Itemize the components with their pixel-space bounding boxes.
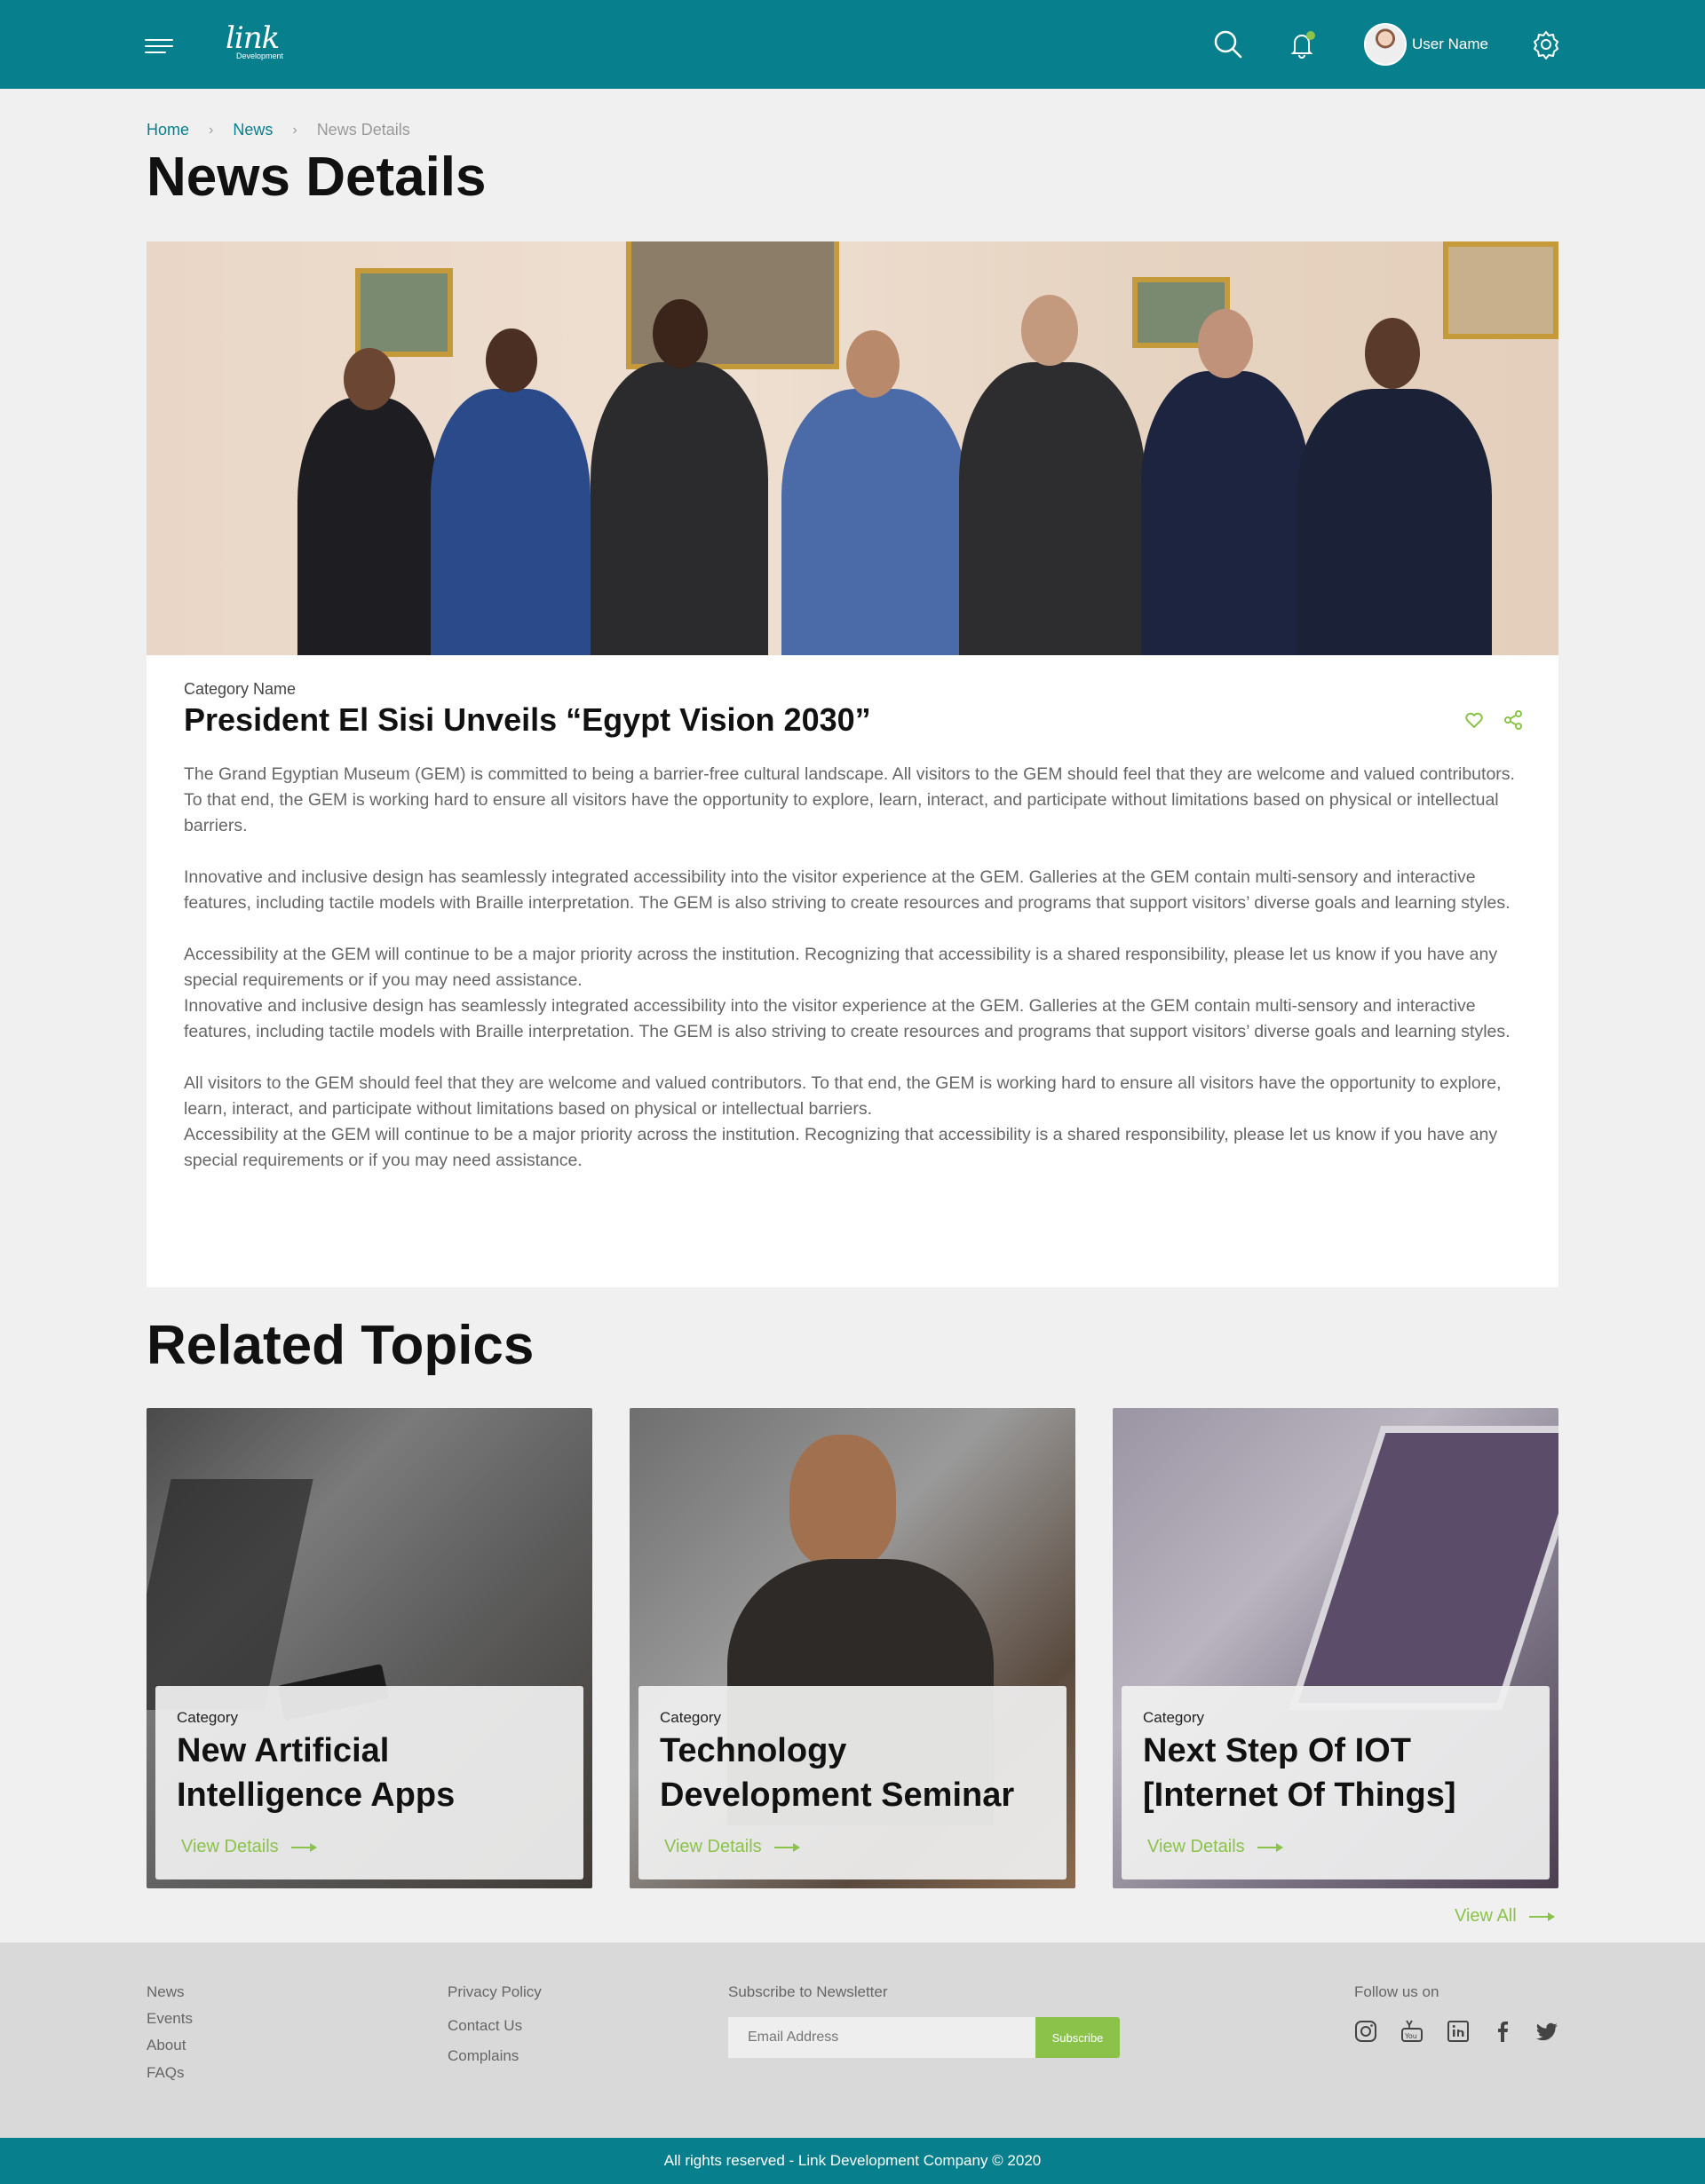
card-overlay: Category Next Step Of IOT [Internet Of T… [1122, 1686, 1550, 1879]
footer-link-about[interactable]: About [147, 2037, 186, 2054]
linkedin-icon[interactable] [1446, 2019, 1471, 2044]
search-icon[interactable] [1211, 28, 1245, 61]
share-icon[interactable] [1503, 709, 1524, 731]
newsletter-label: Subscribe to Newsletter [728, 1983, 888, 2000]
view-details-label: View Details [664, 1837, 762, 1856]
card-category: Category [660, 1709, 721, 1726]
article-card: Category Name President El Sisi Unveils … [147, 241, 1558, 1287]
page-title: News Details [147, 146, 487, 208]
breadcrumb: Home › News › News Details [147, 121, 410, 139]
twitter-icon[interactable] [1534, 2019, 1559, 2044]
related-card[interactable]: Category Next Step Of IOT [Internet Of T… [1113, 1408, 1558, 1888]
view-all-link[interactable]: View All [1455, 1906, 1555, 1927]
svg-text:You: You [1404, 2032, 1417, 2040]
footer: News Events About FAQs Privacy Policy Co… [0, 1943, 1705, 2138]
article-title: President El Sisi Unveils “Egypt Vision … [184, 701, 871, 738]
footer-link-privacy[interactable]: Privacy Policy [448, 1983, 542, 2001]
copyright-text: All rights reserved - Link Development C… [663, 2152, 1042, 2169]
article-body: The Grand Egyptian Museum (GEM) is commi… [184, 762, 1521, 1174]
article-paragraph: Accessibility at the GEM will continue t… [184, 1125, 1498, 1170]
arrow-right-icon [1257, 1842, 1283, 1852]
view-details-label: View Details [181, 1837, 279, 1856]
logo-subtext: Development [236, 51, 284, 60]
footer-link-faqs[interactable]: FAQs [147, 2064, 185, 2082]
breadcrumb-home[interactable]: Home [147, 121, 189, 139]
subscribe-button[interactable]: Subscribe [1035, 2017, 1120, 2058]
top-bar: link Development User Name [0, 0, 1705, 89]
card-category: Category [1143, 1709, 1204, 1726]
menu-icon[interactable] [145, 39, 173, 53]
view-details-label: View Details [1147, 1837, 1245, 1856]
article-paragraph: Innovative and inclusive design has seam… [184, 996, 1511, 1041]
card-category: Category [177, 1709, 238, 1726]
article-paragraph: All visitors to the GEM should feel that… [184, 1073, 1502, 1119]
facebook-icon[interactable] [1490, 2019, 1515, 2044]
footer-link-complains[interactable]: Complains [448, 2047, 519, 2065]
footer-link-news[interactable]: News [147, 1983, 185, 2001]
instagram-icon[interactable] [1353, 2019, 1378, 2044]
heart-icon[interactable] [1463, 709, 1485, 731]
email-field[interactable] [728, 2017, 1035, 2058]
user-name: User Name [1412, 36, 1488, 52]
related-topics-title: Related Topics [147, 1315, 535, 1376]
hero-image [147, 241, 1558, 655]
logo[interactable]: link Development [226, 23, 297, 64]
article-paragraph: The Grand Egyptian Museum (GEM) is commi… [184, 764, 1515, 835]
article-category: Category Name [184, 680, 297, 698]
article-paragraph: Accessibility at the GEM will continue t… [184, 945, 1498, 990]
card-title: Technology Development Seminar [660, 1732, 1015, 1814]
view-details-link[interactable]: View Details [181, 1837, 317, 1857]
card-title: New Artificial Intelligence Apps [177, 1732, 456, 1814]
card-overlay: Category Technology Development Seminar … [638, 1686, 1067, 1879]
arrow-right-icon [773, 1842, 800, 1852]
copyright-bar: All rights reserved - Link Development C… [0, 2138, 1705, 2184]
breadcrumb-separator: › [292, 122, 297, 138]
view-details-link[interactable]: View Details [1147, 1837, 1283, 1857]
follow-us-label: Follow us on [1354, 1983, 1439, 2000]
article-paragraph: Innovative and inclusive design has seam… [184, 867, 1511, 913]
footer-link-events[interactable]: Events [147, 2010, 193, 2028]
breadcrumb-news[interactable]: News [233, 121, 273, 139]
related-card[interactable]: Category Technology Development Seminar … [630, 1408, 1075, 1888]
notification-dot [1306, 31, 1315, 40]
logo-text: link [226, 20, 280, 56]
card-title: Next Step Of IOT [Internet Of Things] [1143, 1732, 1456, 1814]
arrow-right-icon [290, 1842, 317, 1852]
settings-icon[interactable] [1529, 28, 1563, 61]
view-details-link[interactable]: View Details [664, 1837, 800, 1857]
youtube-icon[interactable]: You [1400, 2019, 1424, 2044]
breadcrumb-separator: › [209, 122, 214, 138]
card-overlay: Category New Artificial Intelligence App… [155, 1686, 583, 1879]
footer-link-contact[interactable]: Contact Us [448, 2017, 522, 2035]
avatar [1364, 23, 1407, 66]
user-menu[interactable]: User Name [1364, 23, 1488, 66]
breadcrumb-current: News Details [316, 121, 410, 138]
view-all-label: View All [1455, 1906, 1517, 1926]
bell-icon[interactable] [1285, 28, 1319, 61]
related-card[interactable]: Category New Artificial Intelligence App… [147, 1408, 592, 1888]
arrow-right-icon [1528, 1911, 1555, 1921]
